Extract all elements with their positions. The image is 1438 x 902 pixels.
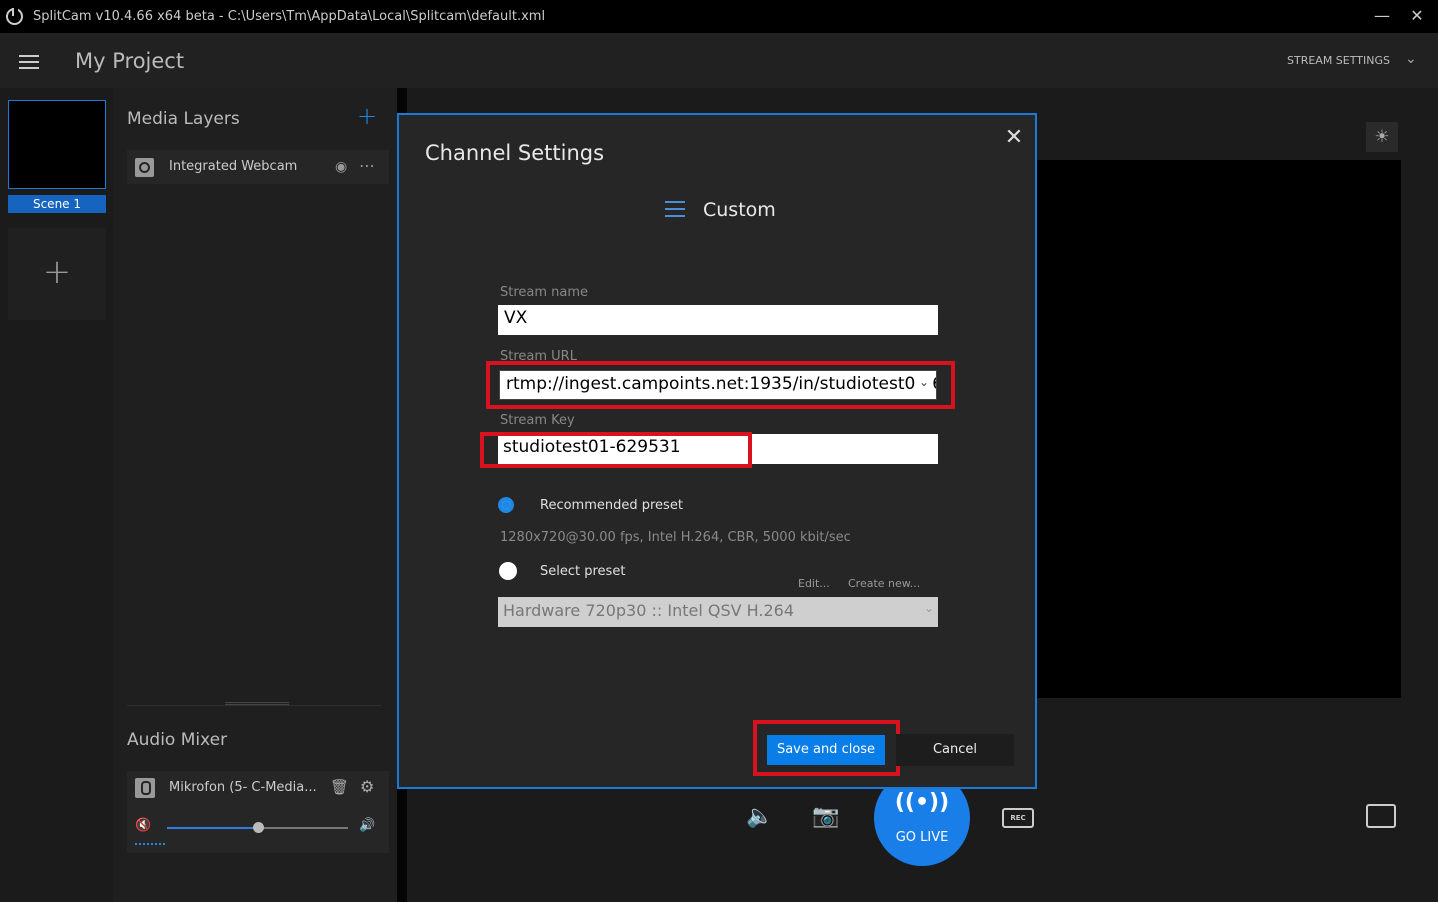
app-logo-icon xyxy=(6,8,23,25)
volume-slider-fill xyxy=(167,827,258,829)
add-scene-button[interactable]: + xyxy=(8,228,106,320)
audio-level-meter xyxy=(135,843,165,845)
webcam-icon xyxy=(135,158,154,177)
stream-key-value: studiotest01-629531 xyxy=(503,437,681,457)
cancel-button[interactable]: Cancel xyxy=(896,734,1014,766)
channel-settings-dialog: Channel Settings ✕ Custom Stream name VX… xyxy=(397,113,1037,789)
stream-name-input[interactable]: VX xyxy=(498,305,938,335)
stream-name-label: Stream name xyxy=(500,285,589,300)
save-and-close-button[interactable]: Save and close xyxy=(767,735,885,765)
recommended-preset-radio[interactable] xyxy=(498,497,514,513)
layer-item[interactable]: Integrated Webcam ◉ ⋯ xyxy=(127,150,389,184)
chevron-down-icon[interactable]: ⌄ xyxy=(915,375,932,389)
minimize-button[interactable]: — xyxy=(1372,6,1392,26)
scene-thumbnail[interactable] xyxy=(8,100,106,189)
mixer-item: Mikrofon (5- C-Media... 🗑 ⚙ 🔇 🔊 xyxy=(127,771,389,853)
preview-canvas xyxy=(1037,160,1401,698)
gear-icon[interactable]: ⚙ xyxy=(360,777,374,796)
add-layer-button[interactable]: + xyxy=(357,102,377,130)
brightness-icon[interactable]: ☀ xyxy=(1366,122,1398,152)
edit-preset-link[interactable]: Edit... xyxy=(798,577,830,590)
window-title: SplitCam v10.4.66 x64 beta - C:\Users\Tm… xyxy=(33,9,546,24)
more-options-icon[interactable]: ⋯ xyxy=(359,156,376,175)
close-window-button[interactable]: ✕ xyxy=(1407,6,1427,26)
layer-name: Integrated Webcam xyxy=(169,159,298,174)
recommended-preset-description: 1280x720@30.00 fps, Intel H.264, CBR, 50… xyxy=(500,530,851,545)
app-header: My Project STREAM SETTINGS ⌄ xyxy=(0,33,1438,88)
stream-url-value: rtmp://ingest.campoints.net:1935/in/stud… xyxy=(506,374,936,394)
sliders-icon xyxy=(665,199,687,219)
trash-icon[interactable]: 🗑 xyxy=(330,778,349,796)
audio-mixer-title: Audio Mixer xyxy=(127,730,228,750)
select-preset-label: Select preset xyxy=(540,564,626,579)
layers-panel: Media Layers + Integrated Webcam ◉ ⋯ Aud… xyxy=(113,88,405,902)
chevron-down-icon: ⌄ xyxy=(923,601,934,615)
mixer-device-name: Mikrofon (5- C-Media... xyxy=(169,780,317,795)
stream-settings-button[interactable]: STREAM SETTINGS xyxy=(1287,54,1390,67)
speaker-icon[interactable]: 🔈 xyxy=(746,804,773,829)
stream-key-label: Stream Key xyxy=(500,413,575,428)
chevron-down-icon[interactable]: ⌄ xyxy=(1405,51,1417,67)
scenes-panel: Scene 1 + xyxy=(0,88,113,902)
broadcast-icon: ((•)) xyxy=(894,790,950,815)
scene-label[interactable]: Scene 1 xyxy=(8,195,106,213)
volume-slider-thumb[interactable] xyxy=(253,822,264,833)
media-layers-title: Media Layers xyxy=(127,109,240,129)
camera-icon[interactable]: 📷 xyxy=(812,804,839,829)
dialog-title: Channel Settings xyxy=(425,141,605,165)
microphone-icon xyxy=(135,778,155,798)
select-preset-radio[interactable] xyxy=(499,562,517,580)
go-live-label: GO LIVE xyxy=(895,830,949,845)
record-icon[interactable]: REC xyxy=(1002,808,1034,828)
preset-select[interactable]: Hardware 720p30 :: Intel QSV H.264 ⌄ xyxy=(498,597,938,627)
chat-icon[interactable] xyxy=(1366,804,1396,828)
close-icon[interactable]: ✕ xyxy=(1003,127,1025,149)
recommended-preset-label: Recommended preset xyxy=(540,498,683,513)
project-title: My Project xyxy=(75,49,185,73)
stream-url-combobox[interactable]: rtmp://ingest.campoints.net:1935/in/stud… xyxy=(499,370,937,400)
eye-icon[interactable]: ◉ xyxy=(335,159,347,175)
divider xyxy=(127,705,381,706)
preset-select-value: Hardware 720p30 :: Intel QSV H.264 xyxy=(503,601,795,620)
volume-icon[interactable]: 🔊 xyxy=(359,818,375,833)
service-label: Custom xyxy=(703,199,776,221)
title-bar: SplitCam v10.4.66 x64 beta - C:\Users\Tm… xyxy=(0,0,1438,33)
create-preset-link[interactable]: Create new... xyxy=(848,577,920,590)
mute-icon[interactable]: 🔇 xyxy=(135,818,151,833)
menu-icon[interactable] xyxy=(19,55,39,69)
